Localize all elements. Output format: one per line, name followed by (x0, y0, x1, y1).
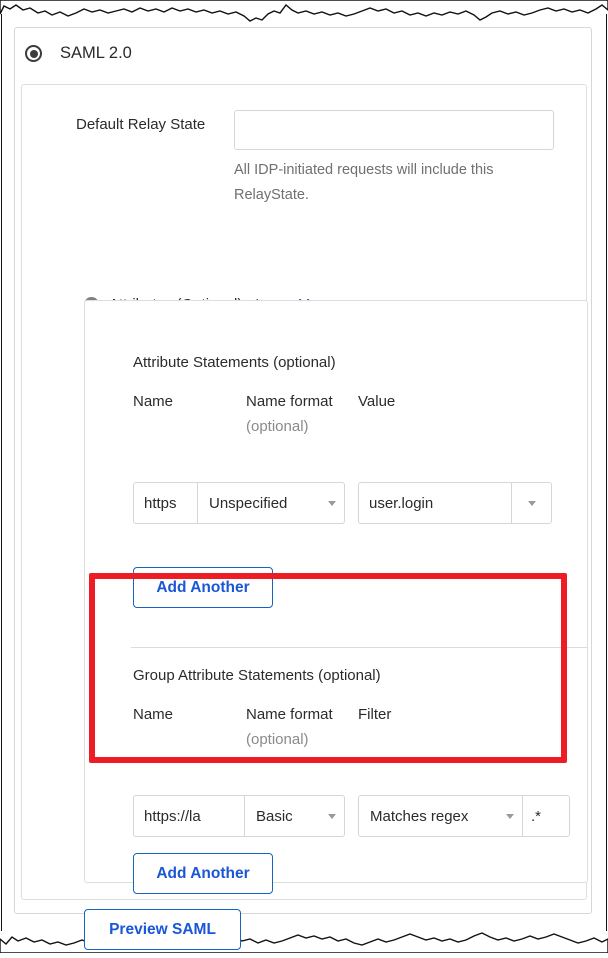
group-attribute-statements-title: Group Attribute Statements (optional) (133, 667, 381, 684)
attribute-statements-title: Attribute Statements (optional) (133, 354, 336, 371)
group-name-and-format-group: Basic (133, 795, 345, 837)
attribute-value-dropdown-button[interactable] (512, 483, 551, 523)
attribute-name-format-value: Unspecified (209, 495, 287, 512)
page-edge-right (606, 14, 607, 931)
column-header-name-format-text: Name format (246, 393, 333, 410)
attribute-value-input[interactable] (359, 483, 511, 523)
group-filter-value: Matches regex (370, 808, 468, 825)
group-column-header-name-format-optional: (optional) (246, 731, 309, 748)
default-relay-state-hint: All IDP-initiated requests will include … (234, 158, 564, 208)
chevron-down-icon (328, 501, 336, 506)
add-another-group-attribute-button[interactable]: Add Another (133, 853, 273, 894)
page-edge-left (1, 14, 2, 931)
default-relay-state-label: Default Relay State (76, 113, 216, 136)
group-column-header-name-format: Name format (optional) (246, 702, 356, 752)
group-column-header-name: Name (133, 702, 243, 727)
chevron-down-icon (328, 814, 336, 819)
group-attribute-name-format-value: Basic (256, 808, 293, 825)
attribute-statement-row: Unspecified (133, 482, 573, 524)
group-column-header-filter: Filter (358, 702, 508, 727)
group-attribute-name-format-select[interactable]: Basic (245, 796, 344, 836)
chevron-down-icon (528, 501, 536, 506)
column-header-name: Name (133, 389, 243, 414)
column-header-name-format-optional: (optional) (246, 418, 309, 435)
preview-saml-button[interactable]: Preview SAML (84, 909, 241, 950)
saml-settings-card: SAML 2.0 Default Relay State All IDP-ini… (14, 27, 592, 914)
group-filter-value-input[interactable] (523, 796, 569, 836)
torn-paper-edge-top (0, 0, 608, 26)
group-attribute-name-input[interactable] (134, 796, 244, 836)
column-header-value: Value (358, 389, 508, 414)
group-attribute-statement-row: Basic Matches regex (133, 795, 583, 837)
attribute-name-input[interactable] (134, 483, 197, 523)
attribute-name-and-format-group: Unspecified (133, 482, 345, 524)
group-column-header-name-format-text: Name format (246, 706, 333, 723)
saml-radio-label: SAML 2.0 (60, 44, 132, 63)
add-another-attribute-button[interactable]: Add Another (133, 567, 273, 608)
section-divider (131, 647, 587, 648)
protocol-radio-row[interactable]: SAML 2.0 (25, 44, 132, 63)
attributes-panel: Attribute Statements (optional) Name Nam… (84, 300, 588, 883)
attribute-name-format-select[interactable]: Unspecified (198, 483, 344, 523)
chevron-down-icon (506, 814, 514, 819)
group-filter-select[interactable]: Matches regex (359, 796, 522, 836)
default-relay-state-input[interactable] (234, 110, 554, 150)
attribute-value-group (358, 482, 552, 524)
column-header-name-format: Name format (optional) (246, 389, 356, 439)
saml-settings-inner-panel: Default Relay State All IDP-initiated re… (21, 84, 587, 900)
group-filter-group: Matches regex (358, 795, 570, 837)
saml-radio-button[interactable] (25, 45, 42, 62)
